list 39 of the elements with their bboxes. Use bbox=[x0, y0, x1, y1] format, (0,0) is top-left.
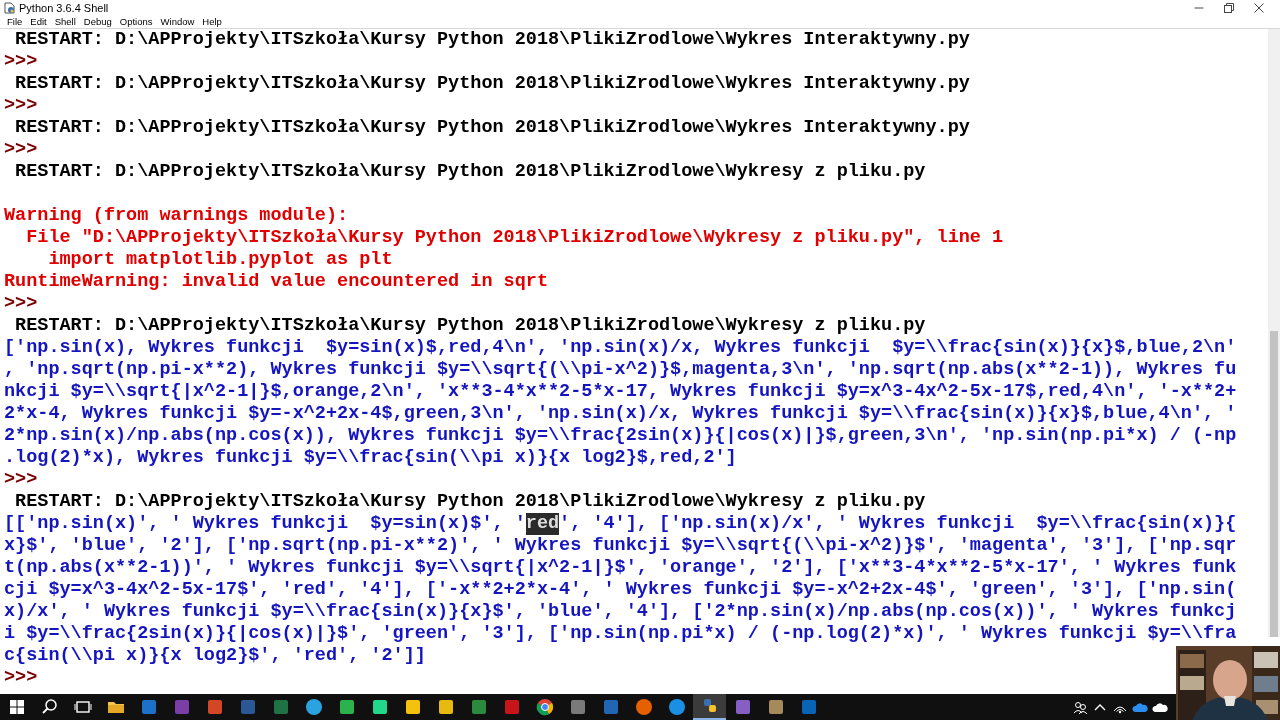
menu-item[interactable]: File bbox=[3, 15, 27, 28]
output-text: nkcji $y=\\sqrt{|x^2-1|}$,orange,2\n', 'x**3-4*x**2-5*x-17, Wykres funkcji $y=x^3-4x^2-5x-17$,red,4\n', '-x**2+ bbox=[4, 381, 1237, 403]
output-text: .log(2)*x), Wykres funkcji $y=\\frac{sin(\\pi x)}{x log2}$,red,2'] bbox=[4, 447, 737, 469]
restart-message: RESTART: D:\APProjekty\ITSzkoła\Kursy Python 2018\PlikiZrodlowe\Wykresy z pliku.py bbox=[14, 161, 926, 183]
shell-prompt: >>> bbox=[4, 667, 38, 689]
output-text: ', '4'], ['np.sin(x)/x', ' Wykres funkcji $y=\\frac{sin(x)}{ bbox=[559, 513, 1237, 535]
output-text: i $y=\\frac{2sin(x)}{|cos(x)|}$', 'green', '3'], ['np.sin(np.pi*x) / (-np.log(2)*x)', ' Wykres funkcji $y=\\fra bbox=[4, 623, 1237, 645]
menu-item[interactable]: Shell bbox=[50, 15, 80, 28]
shell-prompt: >>> bbox=[4, 51, 38, 73]
shell-prompt: >>> bbox=[4, 293, 38, 315]
restart-message: RESTART: D:\APProjekty\ITSzkoła\Kursy Python 2018\PlikiZrodlowe\Wykres Interaktywny.py bbox=[14, 73, 970, 95]
menu-item[interactable]: Window bbox=[156, 15, 199, 28]
output-text: x}$', 'blue', '2'], ['np.sqrt(np.pi-x**2)', ' Wykres funkcji $y=\\sqrt{(\\pi-x^2)}$', 'magenta', '3'], ['np.sqr bbox=[4, 535, 1237, 557]
warning-text: import matplotlib.pyplot as plt bbox=[47, 249, 393, 271]
shell-prompt: >>> bbox=[4, 139, 38, 161]
output-text: ['np.sin(x), Wykres funkcji $y=sin(x)$,red,4\n', 'np.sin(x)/x, Wykres funkcji $y=\\frac{sin(x)}{x}$,blue,2\n' bbox=[4, 337, 1237, 359]
menu-item[interactable]: Options bbox=[115, 15, 157, 28]
output-text: cji $y=x^3-4x^2-5x-17$', 'red', '4'], ['-x**2+2*x-4', ' Wykres funkcji $y=-x^2+2x-4$', 'green', '3'], ['np.sin( bbox=[4, 579, 1237, 601]
restart-message: RESTART: D:\APProjekty\ITSzkoła\Kursy Python 2018\PlikiZrodlowe\Wykres Interaktywny.py bbox=[14, 29, 970, 51]
output-text: [['np.sin(x)', ' Wykres funkcji $y=sin(x)$', ' bbox=[4, 513, 526, 535]
warning-text: Warning (from warnings module): bbox=[4, 205, 349, 227]
restart-message: RESTART: D:\APProjekty\ITSzkoła\Kursy Python 2018\PlikiZrodlowe\Wykresy z pliku.py bbox=[14, 491, 926, 513]
output-text: c{sin(\\pi x)}{x log2}$', 'red', '2']] bbox=[4, 645, 426, 667]
warning-text: File "D:\APProjekty\ITSzkoła\Kursy Python 2018\PlikiZrodlowe\Wykresy z pliku.py", line 1 bbox=[25, 227, 1004, 249]
restart-message: RESTART: D:\APProjekty\ITSzkoła\Kursy Python 2018\PlikiZrodlowe\Wykres Interaktywny.py bbox=[14, 117, 970, 139]
output-text: 2*x-4, Wykres funkcji $y=-x^2+2x-4$,green,3\n', 'np.sin(x)/x, Wykres funkcji $y=\\frac{sin(x)}{x}$,blue,4\n', ' bbox=[4, 403, 1237, 425]
restart-message: RESTART: D:\APProjekty\ITSzkoła\Kursy Python 2018\PlikiZrodlowe\Wykresy z pliku.py bbox=[14, 315, 926, 337]
output-text: t(np.abs(x**2-1))', ' Wykres funkcji $y=\\sqrt{|x^2-1|}$', 'orange', '2'], ['x**3-4*x**2-5*x-17', ' Wykres funk bbox=[4, 557, 1237, 579]
output-text: , 'np.sqrt(np.pi-x**2), Wykres funkcji $y=\\sqrt{(\\pi-x^2)}$,magenta,3\n', 'np.sqrt(np.abs(x**2-1)), Wykres fu bbox=[4, 359, 1237, 381]
window-title: Python 3.6.4 Shell bbox=[19, 1, 109, 14]
shell-prompt: >>> bbox=[4, 469, 38, 491]
shell-prompt: >>> bbox=[4, 95, 38, 117]
selected-text: red bbox=[525, 513, 560, 535]
menu-item[interactable]: Help bbox=[198, 15, 226, 28]
warning-text: RuntimeWarning: invalid value encountered in sqrt bbox=[4, 271, 548, 293]
menu-item[interactable]: Edit bbox=[26, 15, 51, 28]
output-text: 2*np.sin(x)/np.abs(np.cos(x)), Wykres funkcji $y=\\frac{2sin(x)}{|cos(x)|}$,green,3\n', 'np.sin(np.pi*x) / (-np bbox=[4, 425, 1237, 447]
output-text: x)/x', ' Wykres funkcji $y=\\frac{sin(x)}{x}$', 'blue', '4'], ['2*np.sin(x)/np.abs(np.cos(x))', ' Wykres funkcj bbox=[4, 601, 1237, 623]
menu-item[interactable]: Debug bbox=[79, 15, 116, 28]
